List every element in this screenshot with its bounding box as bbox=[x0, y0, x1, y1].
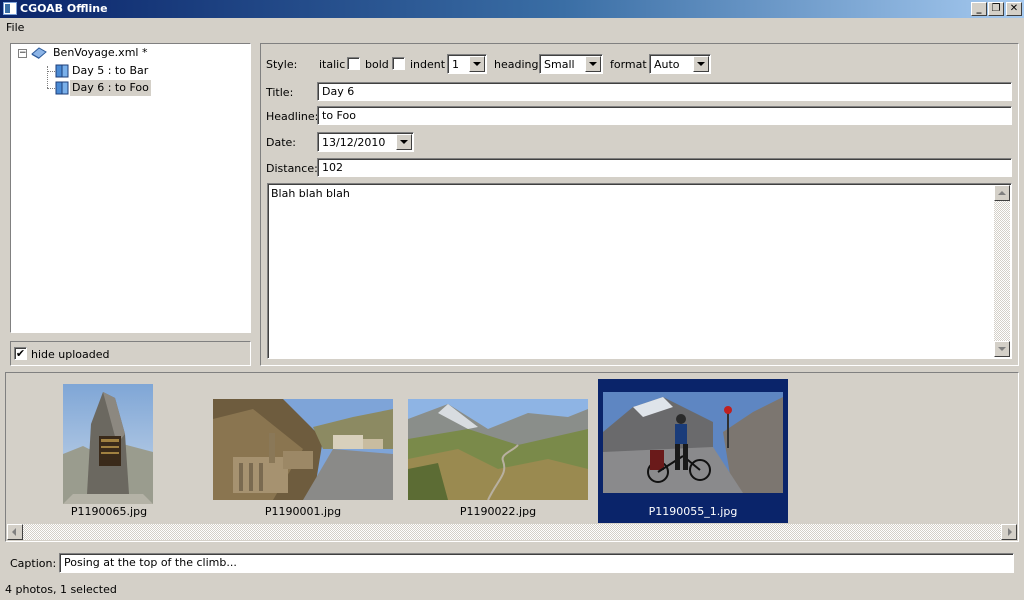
xml-document-icon bbox=[31, 47, 47, 59]
tree-item-day5[interactable]: Day 5 : to Bar bbox=[55, 63, 165, 79]
indent-value: 1 bbox=[452, 58, 459, 71]
body-text-area[interactable]: Blah blah blah bbox=[267, 183, 1012, 359]
photo-filename: P1190001.jpg bbox=[264, 505, 342, 518]
horizontal-scrollbar[interactable] bbox=[7, 524, 1017, 540]
photo-filename: P1190055_1.jpg bbox=[648, 505, 738, 518]
minimize-button[interactable]: _ bbox=[971, 2, 987, 16]
title-input[interactable]: Day 6 bbox=[317, 82, 1012, 101]
book-icon bbox=[55, 81, 69, 95]
photo-thumbnail bbox=[408, 399, 588, 500]
menu-bar: File bbox=[0, 18, 1024, 38]
close-button[interactable]: ✕ bbox=[1006, 2, 1022, 16]
photo-thumbnail bbox=[213, 399, 393, 500]
format-label: format bbox=[610, 58, 647, 71]
scroll-left-button[interactable] bbox=[7, 524, 23, 540]
distance-label: Distance: bbox=[266, 162, 318, 175]
title-label: Title: bbox=[266, 86, 294, 99]
photo-item[interactable]: P1190022.jpg bbox=[403, 379, 593, 523]
vertical-scrollbar[interactable] bbox=[994, 185, 1010, 357]
tree-item-label: Day 6 : to Foo bbox=[70, 80, 151, 96]
body-text: Blah blah blah bbox=[271, 187, 350, 200]
photo-thumbnail bbox=[63, 384, 153, 504]
book-icon bbox=[55, 64, 69, 78]
caption-input[interactable]: Posing at the top of the climb... bbox=[59, 553, 1014, 573]
status-bar-text: 4 photos, 1 selected bbox=[5, 583, 117, 596]
format-value: Auto bbox=[654, 58, 680, 71]
hide-uploaded-checkbox[interactable]: ✔ bbox=[14, 347, 27, 360]
date-picker[interactable]: 13/12/2010 bbox=[317, 132, 414, 152]
photo-item[interactable]: P1190065.jpg bbox=[14, 379, 204, 523]
photo-filename: P1190022.jpg bbox=[459, 505, 537, 518]
hide-uploaded-panel: ✔ hide uploaded bbox=[10, 341, 251, 366]
headline-input[interactable]: to Foo bbox=[317, 106, 1012, 125]
headline-label: Headline: bbox=[266, 110, 319, 123]
document-tree[interactable]: − BenVoyage.xml * Day 5 : to Bar Day 6 :… bbox=[10, 43, 251, 333]
date-value: 13/12/2010 bbox=[322, 136, 386, 149]
heading-value: Small bbox=[544, 58, 575, 71]
italic-checkbox[interactable] bbox=[347, 57, 360, 70]
tree-item-label: Day 5 : to Bar bbox=[72, 64, 149, 77]
photo-strip[interactable]: P1190065.jpg P1190001.jpg P1190022.jpg P… bbox=[5, 372, 1019, 542]
title-bar[interactable]: CGOAB Offline _ ❐ ✕ bbox=[0, 0, 1024, 18]
scroll-up-button[interactable] bbox=[994, 185, 1010, 201]
photo-filename: P1190065.jpg bbox=[70, 505, 148, 518]
chevron-down-icon[interactable] bbox=[469, 56, 485, 72]
photo-item[interactable]: P1190001.jpg bbox=[208, 379, 398, 523]
entry-editor: Style: italic bold indent 1 heading Smal… bbox=[260, 43, 1019, 366]
italic-label: italic bbox=[319, 58, 346, 71]
tree-item-day6[interactable]: Day 6 : to Foo bbox=[55, 80, 165, 96]
format-select[interactable]: Auto bbox=[649, 54, 711, 74]
heading-select[interactable]: Small bbox=[539, 54, 603, 74]
distance-input[interactable]: 102 bbox=[317, 158, 1012, 177]
scroll-right-button[interactable] bbox=[1001, 524, 1017, 540]
tree-expander[interactable]: − bbox=[18, 49, 27, 58]
style-label: Style: bbox=[266, 58, 298, 71]
chevron-down-icon[interactable] bbox=[585, 56, 601, 72]
window-title: CGOAB Offline bbox=[20, 2, 108, 15]
indent-label: indent bbox=[410, 58, 446, 71]
app-icon bbox=[3, 2, 17, 15]
tree-root-node[interactable]: BenVoyage.xml * bbox=[31, 45, 171, 61]
tree-connector bbox=[47, 88, 55, 89]
indent-select[interactable]: 1 bbox=[447, 54, 487, 74]
heading-label: heading bbox=[494, 58, 539, 71]
caption-label: Caption: bbox=[10, 557, 57, 570]
scroll-down-button[interactable] bbox=[994, 341, 1010, 357]
restore-button[interactable]: ❐ bbox=[988, 2, 1004, 16]
bold-label: bold bbox=[365, 58, 389, 71]
date-label: Date: bbox=[266, 136, 296, 149]
tree-root-label: BenVoyage.xml * bbox=[53, 46, 148, 59]
hide-uploaded-label: hide uploaded bbox=[31, 348, 110, 361]
photo-thumbnail bbox=[603, 392, 783, 493]
tree-connector bbox=[47, 71, 55, 72]
menu-file[interactable]: File bbox=[6, 21, 24, 34]
chevron-down-icon[interactable] bbox=[693, 56, 709, 72]
photo-item-selected[interactable]: P1190055_1.jpg bbox=[598, 379, 788, 523]
chevron-down-icon[interactable] bbox=[396, 134, 412, 150]
tree-connector bbox=[47, 66, 48, 88]
bold-checkbox[interactable] bbox=[392, 57, 405, 70]
